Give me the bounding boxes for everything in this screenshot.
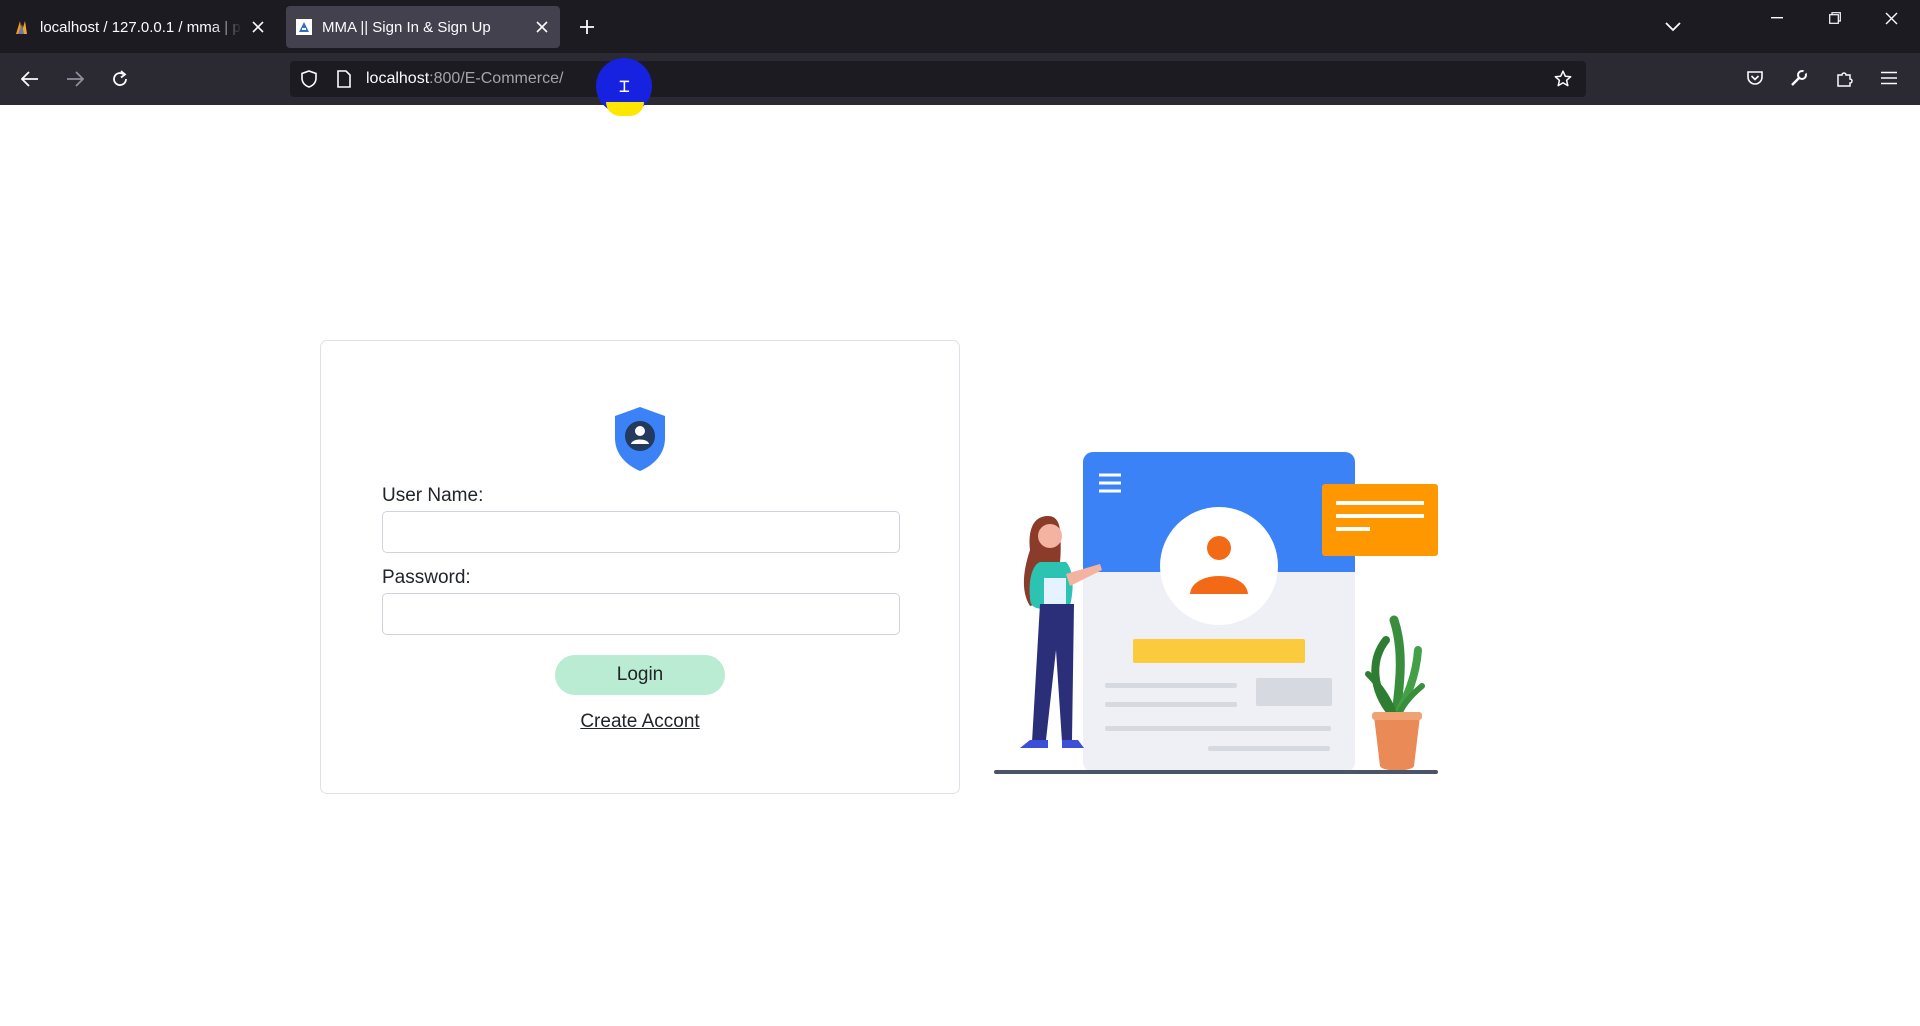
password-input[interactable] — [382, 593, 900, 635]
username-label: User Name: — [382, 485, 484, 506]
login-illustration — [994, 452, 1438, 774]
arrow-right-icon[interactable] — [61, 65, 89, 93]
wrench-icon[interactable] — [1788, 67, 1810, 89]
restore-button[interactable] — [1806, 0, 1864, 36]
arrow-left-icon[interactable] — [16, 65, 44, 93]
tab-bar: localhost / 127.0.0.1 / mma | phpMyAdmin… — [0, 0, 1920, 53]
puzzle-icon[interactable] — [1834, 67, 1856, 89]
login-card: User Name: Password: Login Create Accont — [320, 340, 960, 794]
password-label: Password: — [382, 567, 471, 588]
site-icon — [296, 19, 312, 35]
window-close-button[interactable] — [1862, 0, 1920, 36]
username-input[interactable] — [382, 511, 900, 553]
url-path: :800/E-Commerce/ — [429, 70, 564, 87]
pocket-icon[interactable] — [1744, 67, 1766, 89]
phpmyadmin-icon — [14, 19, 30, 35]
text-cursor-icon: ⌶ — [619, 76, 630, 97]
login-button[interactable]: Login — [555, 655, 725, 695]
reload-icon[interactable] — [106, 65, 134, 93]
navigation-toolbar: localhost:800/E-Commerce/ — [0, 53, 1920, 105]
create-account-link[interactable]: Create Accont — [321, 711, 959, 733]
chevron-down-icon[interactable] — [1660, 14, 1686, 40]
minimize-button[interactable] — [1748, 0, 1806, 36]
star-icon[interactable] — [1554, 70, 1572, 88]
tab-title: localhost / 127.0.0.1 / mma | phpMyAdmin — [40, 18, 242, 36]
url-host: localhost — [366, 70, 430, 87]
tab-title: MMA || Sign In & Sign Up — [322, 18, 491, 36]
url-bar[interactable]: localhost:800/E-Commerce/ — [290, 61, 1586, 97]
page-icon[interactable] — [335, 70, 353, 88]
cursor-highlight-accent — [606, 102, 644, 116]
user-shield-icon — [615, 407, 665, 471]
close-icon[interactable] — [250, 19, 266, 35]
hamburger-icon[interactable] — [1878, 67, 1900, 89]
shield-icon[interactable] — [300, 70, 318, 88]
tab-phpmyadmin[interactable]: localhost / 127.0.0.1 / mma | phpMyAdmin — [4, 6, 276, 48]
plus-icon[interactable] — [574, 14, 600, 40]
url-text[interactable]: localhost:800/E-Commerce/ — [366, 70, 563, 88]
tab-sign-in[interactable]: MMA || Sign In & Sign Up — [286, 6, 560, 48]
close-icon[interactable] — [534, 19, 550, 35]
